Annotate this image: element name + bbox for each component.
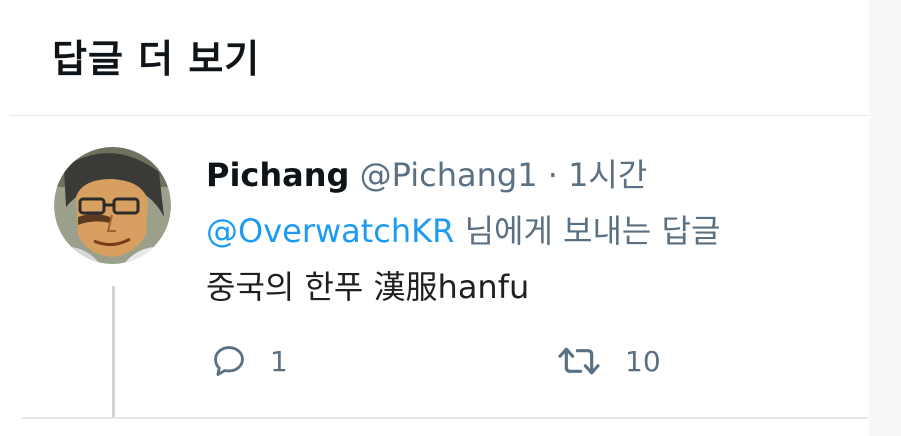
retweet-button[interactable]: 10	[555, 337, 661, 385]
author-handle[interactable]: @Pichang1	[360, 156, 538, 194]
reply-icon	[210, 342, 248, 380]
reply-context: @OverwatchKR 님에게 보내는 답글	[206, 206, 720, 252]
side-gutter	[869, 0, 901, 436]
reply-context-text: 님에게 보내는 답글	[464, 212, 721, 250]
tweet-thread-view: 답글 더 보기 Pichang @Pichang1 · 1시간 @Overwat…	[0, 0, 901, 436]
tweet-text: 중국의 한푸 漢服hanfu	[206, 268, 530, 306]
tweet-divider	[22, 417, 868, 419]
page-title: 답글 더 보기	[52, 37, 261, 81]
author-name[interactable]: Pichang	[206, 156, 349, 194]
meta-separator: ·	[547, 156, 558, 194]
avatar-illustration	[54, 147, 171, 264]
tweet-timestamp[interactable]: 1시간	[568, 156, 647, 194]
retweet-count: 10	[625, 344, 661, 378]
reply-count: 1	[270, 344, 288, 378]
header-divider	[10, 115, 868, 116]
thread-connector-line	[112, 286, 115, 418]
reply-mention-link[interactable]: @OverwatchKR	[206, 212, 454, 250]
avatar[interactable]	[54, 147, 171, 264]
retweet-icon	[555, 342, 603, 380]
reply-button[interactable]: 1	[210, 337, 288, 385]
tweet-meta: Pichang @Pichang1 · 1시간	[206, 150, 647, 196]
